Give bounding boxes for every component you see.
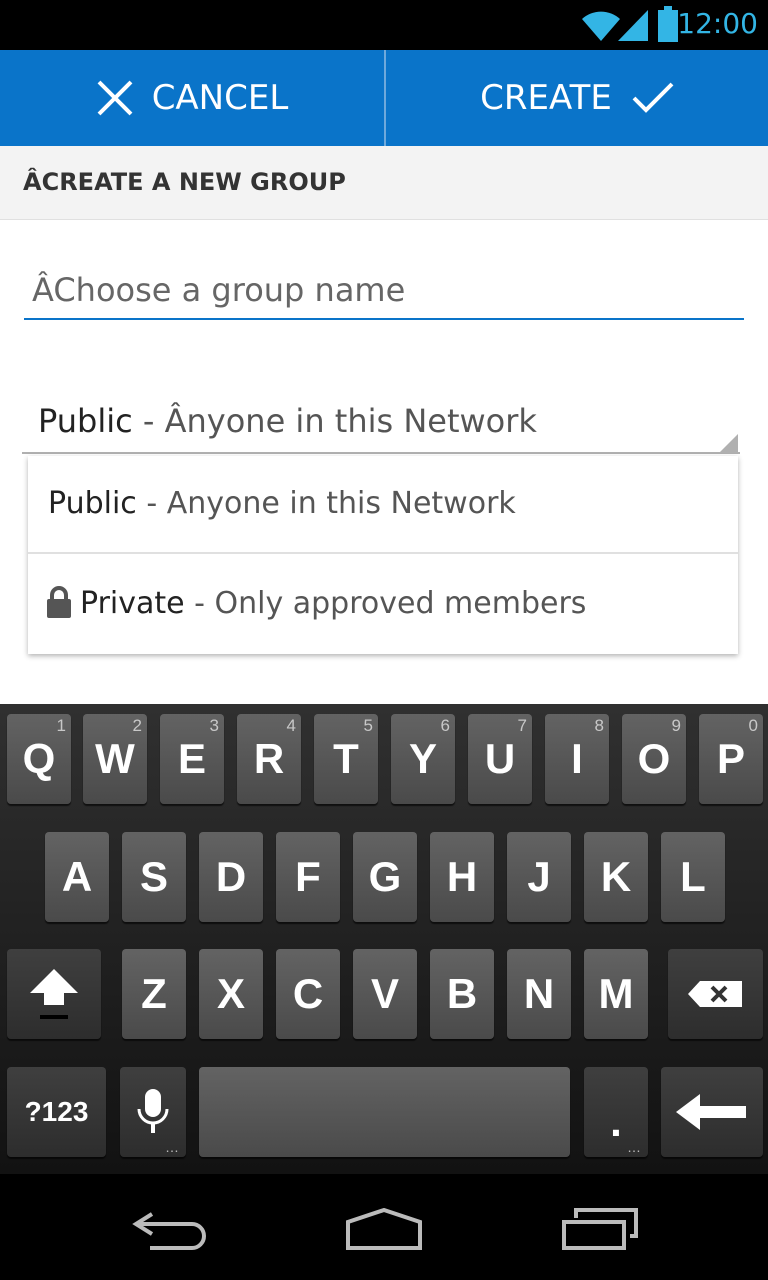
keyboard: Q1 W2 E3 R4 T5 Y6 U7 I8 O9 P0 A S D F G … [0,704,768,1174]
key-hint: 3 [209,716,219,735]
space-key[interactable] [199,1067,570,1157]
key-w[interactable]: W2 [83,714,147,804]
key-y[interactable]: Y6 [391,714,455,804]
key-i[interactable]: I8 [545,714,609,804]
more-dots: … [165,1139,180,1155]
option-public[interactable]: Public - Anyone in this Network [28,456,738,554]
lock-icon [47,586,71,618]
key-hint: 5 [363,716,373,735]
shift-icon [30,969,78,1019]
spinner-desc: Ânyone in this Network [164,402,537,440]
key-l[interactable]: L [661,832,725,922]
symbols-key[interactable]: ?123 [7,1067,106,1157]
option-desc: Only approved members [214,586,587,621]
key-v[interactable]: V [353,949,417,1039]
voice-input-key[interactable]: … [120,1067,186,1157]
key-hint: 6 [440,716,450,735]
key-hint: 8 [594,716,604,735]
key-s[interactable]: S [122,832,186,922]
key-q[interactable]: Q1 [7,714,71,804]
backspace-icon [687,981,742,1007]
cancel-button[interactable]: CANCEL [0,50,384,146]
option-main: Private [80,586,185,621]
period-key[interactable]: . … [584,1067,648,1157]
key-j[interactable]: J [507,832,571,922]
back-icon[interactable] [132,1210,208,1252]
key-hint: 9 [671,716,681,735]
key-f[interactable]: F [276,832,340,922]
key-label: I [571,735,583,782]
key-z[interactable]: Z [122,949,186,1039]
option-desc: Anyone in this Network [166,486,516,521]
key-label: W [95,735,135,782]
key-a[interactable]: A [45,832,109,922]
key-g[interactable]: G [353,832,417,922]
option-private[interactable]: Private - Only approved members [28,556,738,654]
close-icon [97,80,133,116]
privacy-spinner[interactable]: Public - Ânyone in this Network [22,388,740,454]
backspace-key[interactable] [668,949,763,1039]
key-x[interactable]: X [199,949,263,1039]
create-label: CREATE [480,78,612,118]
key-m[interactable]: M [584,949,648,1039]
cancel-label: CANCEL [151,78,289,118]
key-label: U [484,735,516,782]
key-t[interactable]: T5 [314,714,378,804]
key-label: R [253,735,285,782]
key-k[interactable]: K [584,832,648,922]
signal-icon [618,10,648,41]
option-private-text: Private - Only approved members [80,586,586,621]
spinner-selected-text: Public - Ânyone in this Network [38,402,537,440]
action-bar: CANCEL CREATE [0,50,768,146]
enter-key[interactable] [661,1067,763,1157]
option-sep: - [136,486,167,521]
home-icon[interactable] [344,1208,424,1252]
dropdown-corner-icon [720,434,738,452]
key-o[interactable]: O9 [622,714,686,804]
key-label: Y [408,735,437,782]
key-h[interactable]: H [430,832,494,922]
key-n[interactable]: N [507,949,571,1039]
navigation-bar [0,1174,768,1280]
option-public-text: Public - Anyone in this Network [48,486,516,521]
key-label: Q [22,735,56,782]
key-d[interactable]: D [199,832,263,922]
microphone-icon [137,1089,169,1133]
key-c[interactable]: C [276,949,340,1039]
key-hint: 0 [748,716,758,735]
key-b[interactable]: B [430,949,494,1039]
recent-apps-icon[interactable] [560,1208,640,1252]
section-header: ÂCREATE A NEW GROUP [0,146,768,220]
key-e[interactable]: E3 [160,714,224,804]
shift-key[interactable] [7,949,101,1039]
period-label: . [610,1098,622,1145]
section-title: ÂCREATE A NEW GROUP [23,168,346,196]
key-u[interactable]: U7 [468,714,532,804]
more-dots: … [627,1139,642,1155]
create-button[interactable]: CREATE [386,50,768,146]
key-label: O [637,735,671,782]
key-label: E [177,735,206,782]
status-bar: 12:00 [0,0,768,50]
key-label: P [716,735,745,782]
option-main: Public [48,486,137,521]
group-name-input[interactable] [24,262,744,320]
key-label: T [333,735,359,782]
key-hint: 1 [56,716,66,735]
spinner-main: Public [38,402,133,440]
key-r[interactable]: R4 [237,714,301,804]
privacy-dropdown: Public - Anyone in this Network Private … [28,456,738,654]
checkmark-icon [632,82,674,113]
key-p[interactable]: P0 [699,714,763,804]
spinner-sep: - [132,402,165,440]
option-sep: - [184,586,215,621]
key-hint: 4 [286,716,296,735]
key-hint: 7 [517,716,527,735]
status-time: 12:00 [677,7,758,40]
key-hint: 2 [132,716,142,735]
enter-icon [676,1094,746,1130]
